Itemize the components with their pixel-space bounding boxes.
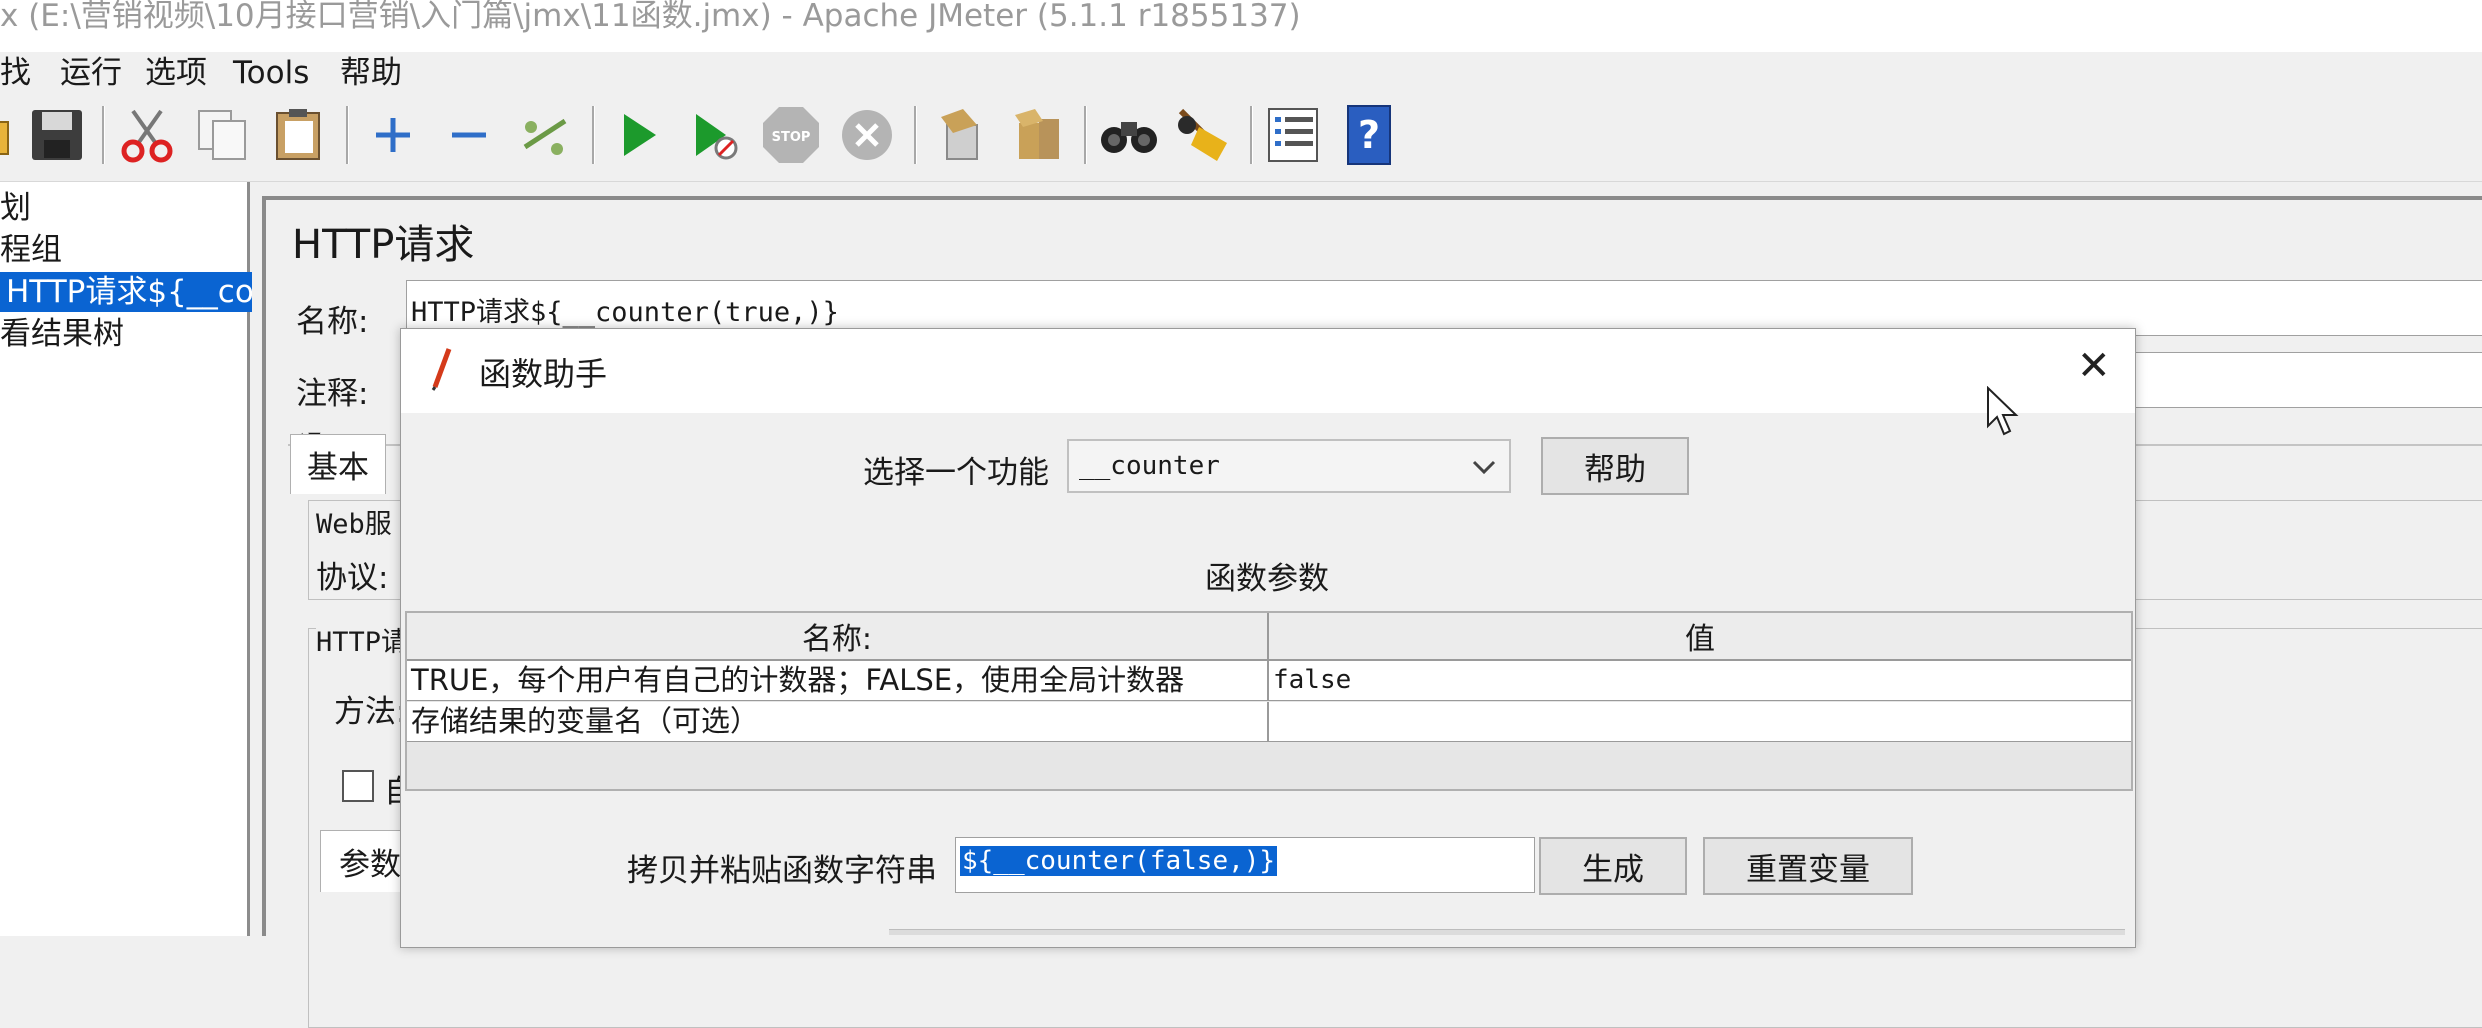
toolbar-separator [914,106,917,164]
collapse-icon[interactable] [438,104,500,166]
function-helper-icon[interactable] [1262,104,1324,166]
generate-button[interactable]: 生成 [1539,837,1687,895]
tree-item-thread-group[interactable]: 程组 [0,230,62,270]
help-button[interactable]: 帮助 [1541,437,1689,495]
name-label: 名称: [296,304,369,340]
toolbar-separator [1250,106,1253,164]
dialog-result-area-edge [889,929,2125,935]
close-icon[interactable]: ✕ [2077,343,2111,389]
table-row[interactable]: 存储结果的变量名（可选） [407,702,2131,742]
comment-label: 注释: [296,376,369,412]
mouse-cursor-icon [1987,386,2019,436]
select-function-label: 选择一个功能 [863,455,1049,491]
toolbar-separator [1084,106,1087,164]
function-string-value: ${__counter(false,)} [960,846,1278,876]
web-server-label: Web服 [316,502,392,541]
menu-search[interactable]: 找 [0,52,31,94]
menu-tools[interactable]: Tools [233,52,309,94]
tab-basic[interactable]: 基本 [290,434,386,494]
menu-options[interactable]: 选项 [145,52,207,94]
clear-icon[interactable] [930,104,992,166]
method-label: 方法: [334,694,407,730]
copy-paste-label: 拷贝并粘贴函数字符串 [627,853,937,889]
http-request-label: HTTP请 [316,620,409,659]
menu-bar: 找 运行 选项 Tools 帮助 [0,52,2482,94]
toggle-icon[interactable] [514,104,576,166]
tree-item-http-request[interactable]: HTTP请求${__cou [0,272,252,312]
start-no-pause-icon[interactable] [684,104,746,166]
open-icon[interactable] [0,104,18,166]
auto-redirect-checkbox[interactable] [342,770,374,802]
table-row[interactable]: TRUE，每个用户有自己的计数器；FALSE，使用全局计数器 false [407,661,2131,701]
function-string-field[interactable]: ${__counter(false,)} [955,837,1535,893]
test-plan-tree: 划 程组 HTTP请求${__cou 看结果树 [0,182,252,936]
save-icon[interactable] [26,104,88,166]
svg-text:?: ? [1358,113,1380,157]
search-icon[interactable] [1098,104,1160,166]
window-title: x (E:\营销视频\10月接口营销\入门篇\jmx\11函数.jmx) - A… [0,0,1301,34]
start-icon[interactable] [608,104,670,166]
reset-search-icon[interactable] [1172,104,1234,166]
tree-item-http-request-label: HTTP请求${__cou [6,274,252,310]
toolbar-separator [592,106,595,164]
param-name-cell: TRUE，每个用户有自己的计数器；FALSE，使用全局计数器 [407,661,1269,701]
param-value-cell[interactable]: false [1269,661,2131,701]
reset-variables-button[interactable]: 重置变量 [1703,837,1913,895]
dialog-title-bar: 函数助手 ✕ [401,329,2135,413]
expand-icon[interactable] [362,104,424,166]
chevron-down-icon [1472,460,1496,475]
shutdown-icon[interactable] [836,104,898,166]
menu-run[interactable]: 运行 [60,52,122,94]
toolbar-separator [102,106,105,164]
param-name-cell: 存储结果的变量名（可选） [407,702,1269,742]
name-field-value: HTTP请求${__counter(true,)} [411,297,839,328]
page-title: HTTP请求 [292,222,475,268]
dialog-title: 函数助手 [479,355,608,393]
params-header-value: 值 [1269,613,2131,661]
clear-all-icon[interactable] [1006,104,1068,166]
window-title-bar: x (E:\营销视频\10月接口营销\入门篇\jmx\11函数.jmx) - A… [0,0,2482,52]
protocol-label: 协议: [316,560,389,596]
params-table: 名称: 值 TRUE，每个用户有自己的计数器；FALSE，使用全局计数器 fal… [405,611,2133,791]
pencil-icon [431,348,452,391]
menu-help[interactable]: 帮助 [340,52,402,94]
toolbar: STOP ? [0,94,2482,182]
tree-item-test-plan[interactable]: 划 [0,188,31,228]
tree-item-view-results-tree[interactable]: 看结果树 [0,314,124,354]
copy-icon[interactable] [192,104,254,166]
help-icon[interactable]: ? [1338,104,1400,166]
stop-icon[interactable]: STOP [760,104,822,166]
function-helper-dialog: 函数助手 ✕ 选择一个功能 __counter 帮助 函数参数 名称: 值 TR… [400,328,2136,948]
params-header-name: 名称: [407,613,1269,661]
function-params-title: 函数参数 [1205,561,1329,597]
param-value-cell[interactable] [1269,702,2131,742]
paste-icon[interactable] [268,104,330,166]
function-select[interactable]: __counter [1067,439,1511,493]
cut-icon[interactable] [116,104,178,166]
toolbar-separator [346,106,349,164]
stop-label: STOP [772,130,811,145]
function-select-value: __counter [1079,451,1220,481]
